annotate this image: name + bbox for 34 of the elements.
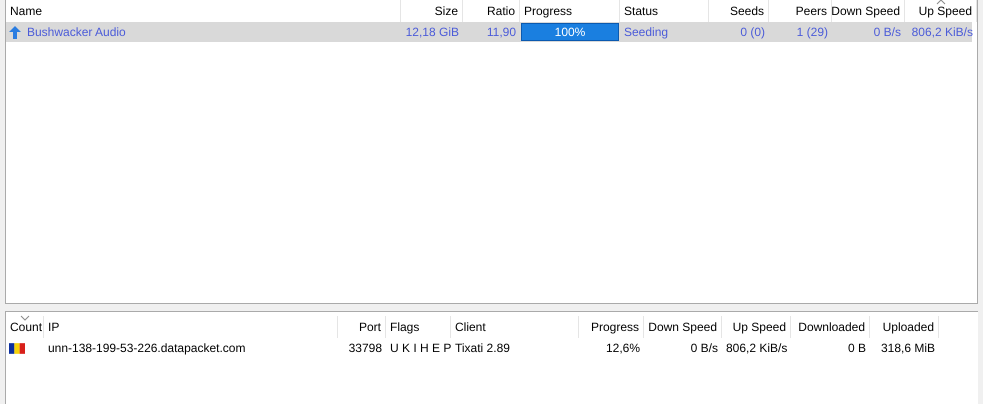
table-cell-text: 12,6%: [604, 340, 641, 357]
column-header[interactable]: Down Speed: [644, 316, 722, 338]
table-cell-text: 0 B/s: [872, 24, 902, 41]
column-header[interactable]: Client: [451, 316, 579, 338]
table-cell-text: U K I H E P: [389, 340, 451, 357]
column-header[interactable]: Port: [338, 316, 386, 338]
column-header[interactable]: Flags: [386, 316, 451, 338]
table-cell-text: 12,18 GiB: [404, 24, 460, 41]
upload-arrow-icon: [9, 26, 21, 38]
column-header[interactable]: IP: [44, 316, 338, 338]
sort-chevron-icon: [936, 0, 946, 5]
peer-row[interactable]: unn-138-199-53-226.datapacket.com 33798 U K I H E P Tixati 2.89 12,6% 0 B/s 806,2 KiB/s 0 B 318,6 MiB: [6, 338, 978, 358]
column-header[interactable]: Progress: [579, 316, 644, 338]
torrent-row[interactable]: Bushwacker Audio 12,18 GiB 11,90 100% Seeding 0 (0) 1 (29) 0 B/s 806,2 KiB/s: [6, 22, 972, 42]
table-cell-text: 11,90: [486, 24, 517, 41]
progress-text: 100%: [554, 24, 586, 40]
table-cell-text: 806,2 KiB/s: [725, 340, 788, 357]
sort-chevron-icon: [20, 315, 30, 321]
column-header[interactable]: Uploaded: [870, 316, 939, 338]
column-header[interactable]: Up Speed: [722, 316, 791, 338]
table-cell-text: 318,6 MiB: [880, 340, 936, 357]
table-cell-text: 806,2 KiB/s: [910, 24, 974, 41]
table-cell-text: unn-138-199-53-226.datapacket.com: [47, 340, 246, 357]
table-cell-text: Seeding: [623, 24, 670, 41]
table-cell-text: 0 B/s: [690, 340, 719, 357]
torrent-name: Bushwacker Audio: [27, 24, 126, 41]
table-cell-text: 1 (29): [796, 24, 829, 41]
column-header[interactable]: Downloaded: [791, 316, 870, 338]
column-header[interactable]: Count: [6, 316, 44, 338]
table-cell-text: 33798: [348, 340, 383, 357]
table-cell-text: 0 (0): [739, 24, 766, 41]
flag-icon: [9, 342, 25, 354]
table-cell-text: 0 B: [846, 340, 867, 357]
table-cell-text: Tixati 2.89: [454, 340, 511, 357]
